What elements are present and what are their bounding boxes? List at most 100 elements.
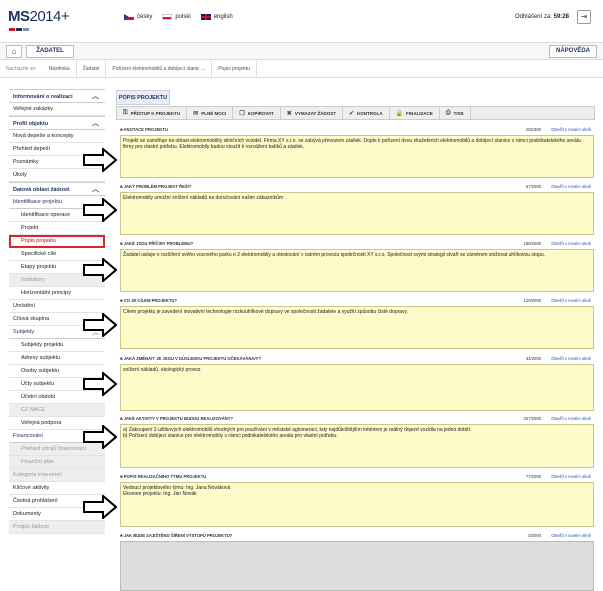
field-label: ■ JAK BUDE ZAJIŠTĚNO ŠÍŘENÍ VÝSTUPŮ PROJ… xyxy=(120,533,233,538)
open-new-window-link[interactable]: Otevřít v novém okně xyxy=(551,184,591,189)
field-textarea[interactable]: Elektromobily umožní snížení nákladů na … xyxy=(120,192,594,235)
logout-time: 59:28 xyxy=(553,14,569,20)
home-button[interactable]: ⌂ xyxy=(6,45,22,58)
sidebar-item[interactable]: Projekt xyxy=(9,222,105,235)
sidebar-item-label: Dokumenty xyxy=(13,511,41,517)
sidebar-item[interactable]: Umístění xyxy=(9,300,105,313)
toolbar-button[interactable]: 🔒 FINALIZACE xyxy=(390,107,440,119)
open-new-window-link[interactable]: Otevřít v novém okně xyxy=(551,241,591,246)
toolbar-button[interactable]: ✉ PLNÉ MOCI xyxy=(187,107,234,119)
field-textarea[interactable]: Cílem projektu je zavedení inovativní te… xyxy=(120,306,594,349)
sidebar-item-label: Datová oblast žádosti xyxy=(13,187,70,193)
right-arrow-icon xyxy=(83,495,117,519)
polish-flag-icon xyxy=(162,14,173,20)
lang-english[interactable]: english xyxy=(200,14,233,20)
sidebar-item: Kategorie intervencí xyxy=(9,469,105,482)
form-field: ■ JAKÁ ZMĚNA/Y JE JSOU V DŮSLEDKU PROJEK… xyxy=(116,355,595,411)
sidebar-item-label: Specifické cíle xyxy=(21,251,57,257)
field-label: ■ JAKÉ AKTIVITY V PROJEKTU BUDOU REALIZO… xyxy=(120,416,234,421)
copy-icon: ❐ xyxy=(239,110,245,117)
field-textarea[interactable]: snížení nákladů, ekologický provoz xyxy=(120,364,594,411)
field-header: ■ POPIS REALIZAČNÍHO TÝMU PROJEKTU 77/200… xyxy=(116,473,595,481)
form-field: ■ CO JE CÍLEM PROJEKTU? 129/2000 Otevřít v… xyxy=(116,297,595,349)
open-new-window-link[interactable]: Otevřít v novém okně xyxy=(551,127,591,132)
open-new-window-link[interactable]: Otevřít v novém okně xyxy=(551,356,591,361)
toolbar-button[interactable]: ✔ KONTROLA xyxy=(343,107,390,119)
home-icon: ⌂ xyxy=(11,47,17,56)
toolbar-button[interactable]: ⎙ TISK xyxy=(440,107,471,119)
field-textarea[interactable]: Projekt se zaměřuje na oblast elektromob… xyxy=(120,135,594,178)
lang-label: english xyxy=(213,14,233,20)
sidebar-item[interactable]: Klíčové aktivity xyxy=(9,482,105,495)
open-new-window-link[interactable]: Otevřít v novém okně xyxy=(551,416,591,421)
tab-popis-projektu[interactable]: POPIS PROJEKTU xyxy=(116,90,170,105)
zadatel-button[interactable]: ŽADATEL xyxy=(26,45,74,58)
sidebar-item[interactable]: Horizontální principy xyxy=(9,287,105,300)
key-icon: ⚿ xyxy=(123,109,128,116)
print-icon: ⎙ xyxy=(445,109,451,116)
field-label: ■ JAKÉ JSOU PŘÍČINY PROBLÉMU? xyxy=(120,241,194,246)
field-textarea[interactable] xyxy=(120,541,594,591)
breadcrumb: Nacházíte se: Nástěnka Žadatel Pořízení … xyxy=(0,60,603,78)
char-counter: 34/2000 xyxy=(525,356,541,361)
field-header: ■ JAKÁ ZMĚNA/Y JE JSOU V DŮSLEDKU PROJEK… xyxy=(116,355,595,363)
toolbar-button-label: FINALIZACE xyxy=(406,110,433,116)
lang-label: česky xyxy=(137,14,153,20)
lang-label: polski xyxy=(175,14,191,20)
toolbar-button-label: KOPÍROVAT xyxy=(247,110,274,116)
help-button[interactable]: NÁPOVĚDA xyxy=(549,45,597,58)
field-textarea[interactable]: a) Zakoupení 2 užitkových elektromobilů … xyxy=(120,424,594,468)
toolbar-button[interactable]: ❐ KOPÍROVAT xyxy=(233,107,281,119)
field-textarea[interactable]: Žadatel usiluje o rozšíření svého vozové… xyxy=(120,249,594,292)
sidebar-item-label: Úkoly xyxy=(13,172,27,178)
sidebar-item[interactable]: Veřejné zakázky xyxy=(9,103,105,116)
sidebar-item[interactable]: Informování o realizaci ︿ xyxy=(9,89,105,103)
lang-polish[interactable]: polski xyxy=(162,14,191,20)
chevron-up-icon[interactable]: ︿ xyxy=(92,90,99,104)
sidebar-item[interactable]: Popis projektu xyxy=(9,235,105,248)
sidebar-item-label: Klíčové aktivity xyxy=(13,485,50,491)
toolbar-button-label: PLNÉ MOCI xyxy=(201,110,227,116)
open-new-window-link[interactable]: Otevřít v novém okně xyxy=(551,474,591,479)
right-arrow-icon xyxy=(83,258,117,282)
field-label: ■ CO JE CÍLEM PROJEKTU? xyxy=(120,298,177,303)
chevron-up-icon[interactable]: ︿ xyxy=(92,117,99,131)
uk-flag-icon xyxy=(200,14,211,20)
field-header: ■ CO JE CÍLEM PROJEKTU? 129/2000 Otevřít v… xyxy=(116,297,595,305)
check-icon: ✔ xyxy=(349,110,355,117)
char-counter: 257/2000 xyxy=(523,416,541,421)
toolbar-button[interactable]: ⚿ PŘÍSTUP K PROJEKTU xyxy=(117,107,188,119)
close-icon: ✖ xyxy=(286,110,292,117)
logout-icon[interactable]: ⇥ xyxy=(577,10,591,24)
sidebar-item-label: Přehled zdrojů financování xyxy=(21,446,87,452)
sidebar-item[interactable]: Datová oblast žádosti ︿ xyxy=(9,182,105,196)
sidebar-item-label: Identifikace projektu xyxy=(13,199,62,205)
language-switcher: česky polski english xyxy=(124,14,233,20)
sidebar-item-label: Podpis žádosti xyxy=(13,524,49,530)
char-counter: 292/300 xyxy=(525,127,541,132)
chevron-up-icon[interactable]: ︿ xyxy=(92,183,99,197)
sidebar-item-label: Finanční plán xyxy=(21,459,55,465)
breadcrumb-item[interactable]: Nástěnka xyxy=(43,60,77,78)
breadcrumb-item[interactable]: Pořízení elektromobilů a dobíjecí stanic… xyxy=(106,60,213,78)
form-field: ■ JAKÝ PROBLÉM PROJEKT ŘEŠÍ? 57/2000 Otevř… xyxy=(116,183,595,235)
top-header: MS2014+ česky polski english Odhlášení z… xyxy=(0,0,603,40)
open-new-window-link[interactable]: Otevřít v novém okně xyxy=(551,298,591,303)
sidebar-item[interactable]: Nová depeše a koncepty xyxy=(9,130,105,143)
sidebar-item[interactable]: Profil objektu ︿ xyxy=(9,116,105,130)
breadcrumb-item[interactable]: Žadatel xyxy=(77,60,107,78)
open-new-window-link[interactable]: Otevřít v novém okně xyxy=(551,533,591,538)
breadcrumb-label: Nacházíte se: xyxy=(6,66,37,72)
form-field: ■ ANOTACE PROJEKTU 292/300 Otevřít v novém… xyxy=(116,126,595,178)
field-header: ■ JAK BUDE ZAJIŠTĚNO ŠÍŘENÍ VÝSTUPŮ PROJ… xyxy=(116,532,595,540)
toolbar-button[interactable]: ✖ VYMAZAT ŽÁDOST xyxy=(281,107,343,119)
sidebar-item[interactable]: Adresy subjektu xyxy=(9,352,105,365)
field-textarea[interactable]: Vedoucí projektového týmu: Ing. Jana Nov… xyxy=(120,482,594,527)
sidebar-item-label: Veřejné zakázky xyxy=(13,106,54,112)
lang-czech[interactable]: česky xyxy=(124,14,152,20)
logo-text: MS xyxy=(8,8,30,25)
ms2014-logo[interactable]: MS2014+ xyxy=(8,8,70,25)
sidebar-item-label: Účty subjektu xyxy=(21,381,55,387)
sidebar-item[interactable]: Subjekty projektu xyxy=(9,339,105,352)
sidebar-item-label: CZ NACE xyxy=(21,407,46,413)
